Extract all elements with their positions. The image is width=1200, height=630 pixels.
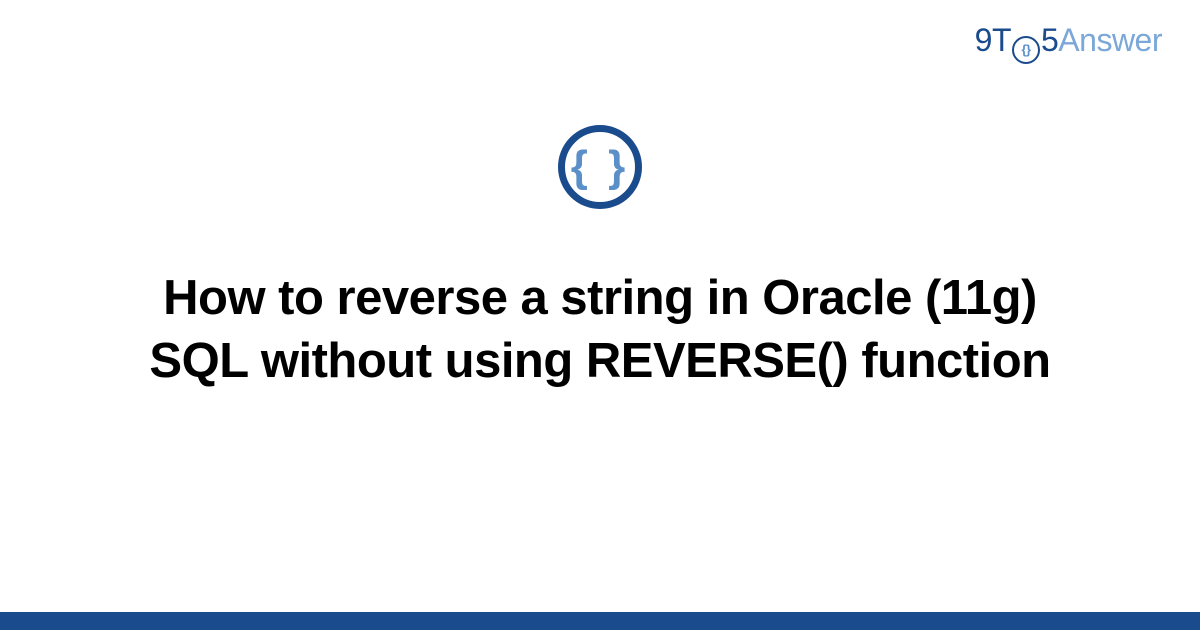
footer-bar — [0, 612, 1200, 630]
question-title: How to reverse a string in Oracle (11g) … — [120, 267, 1080, 392]
braces-glyph: { } — [571, 145, 629, 189]
code-braces-icon: { } — [558, 125, 642, 209]
site-logo[interactable]: 9T {} 5 Answer — [975, 22, 1162, 61]
logo-text-5: 5 — [1041, 22, 1058, 59]
logo-text-answer: Answer — [1058, 22, 1162, 59]
logo-text-9t: 9T — [975, 22, 1011, 59]
logo-circle-braces: {} — [1021, 43, 1030, 56]
main-content: { } How to reverse a string in Oracle (1… — [0, 125, 1200, 392]
logo-circle-icon: {} — [1012, 36, 1040, 64]
